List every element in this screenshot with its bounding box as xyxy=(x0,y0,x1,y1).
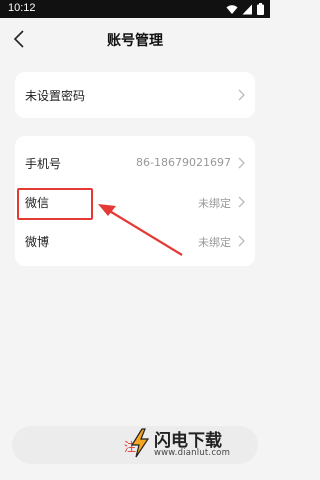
watermark-url: www.dianlut.com xyxy=(154,448,231,458)
signal-icon xyxy=(242,4,252,14)
status-bar: 10:12 xyxy=(0,0,270,18)
password-row[interactable]: 未设置密码 xyxy=(15,75,255,115)
chevron-right-icon xyxy=(238,235,245,247)
binding-value-phone: 86-18679021697 xyxy=(136,156,231,169)
lightning-logo-icon xyxy=(130,428,150,458)
status-time: 10:12 xyxy=(8,2,36,14)
watermark: 闪电下载 www.dianlut.com xyxy=(126,424,256,464)
highlight-box xyxy=(17,188,93,220)
set-password-row[interactable]: 未设置密码 xyxy=(15,72,255,118)
status-icons xyxy=(226,3,264,15)
page-title: 账号管理 xyxy=(107,33,163,49)
header: 账号管理 xyxy=(0,18,270,60)
chevron-right-icon xyxy=(238,157,245,169)
password-label: 未设置密码 xyxy=(25,89,86,103)
binding-row-phone[interactable]: 手机号 86-18679021697 xyxy=(15,143,255,183)
wifi-icon xyxy=(226,4,238,14)
binding-value-weibo: 未绑定 xyxy=(198,236,231,249)
binding-value-wechat: 未绑定 xyxy=(198,197,231,210)
chevron-right-icon xyxy=(238,196,245,208)
chevron-right-icon xyxy=(238,89,245,101)
binding-label-weibo: 微博 xyxy=(25,235,50,249)
annotation-arrow xyxy=(98,204,183,256)
binding-label-phone: 手机号 xyxy=(25,157,62,171)
battery-icon xyxy=(257,3,264,15)
